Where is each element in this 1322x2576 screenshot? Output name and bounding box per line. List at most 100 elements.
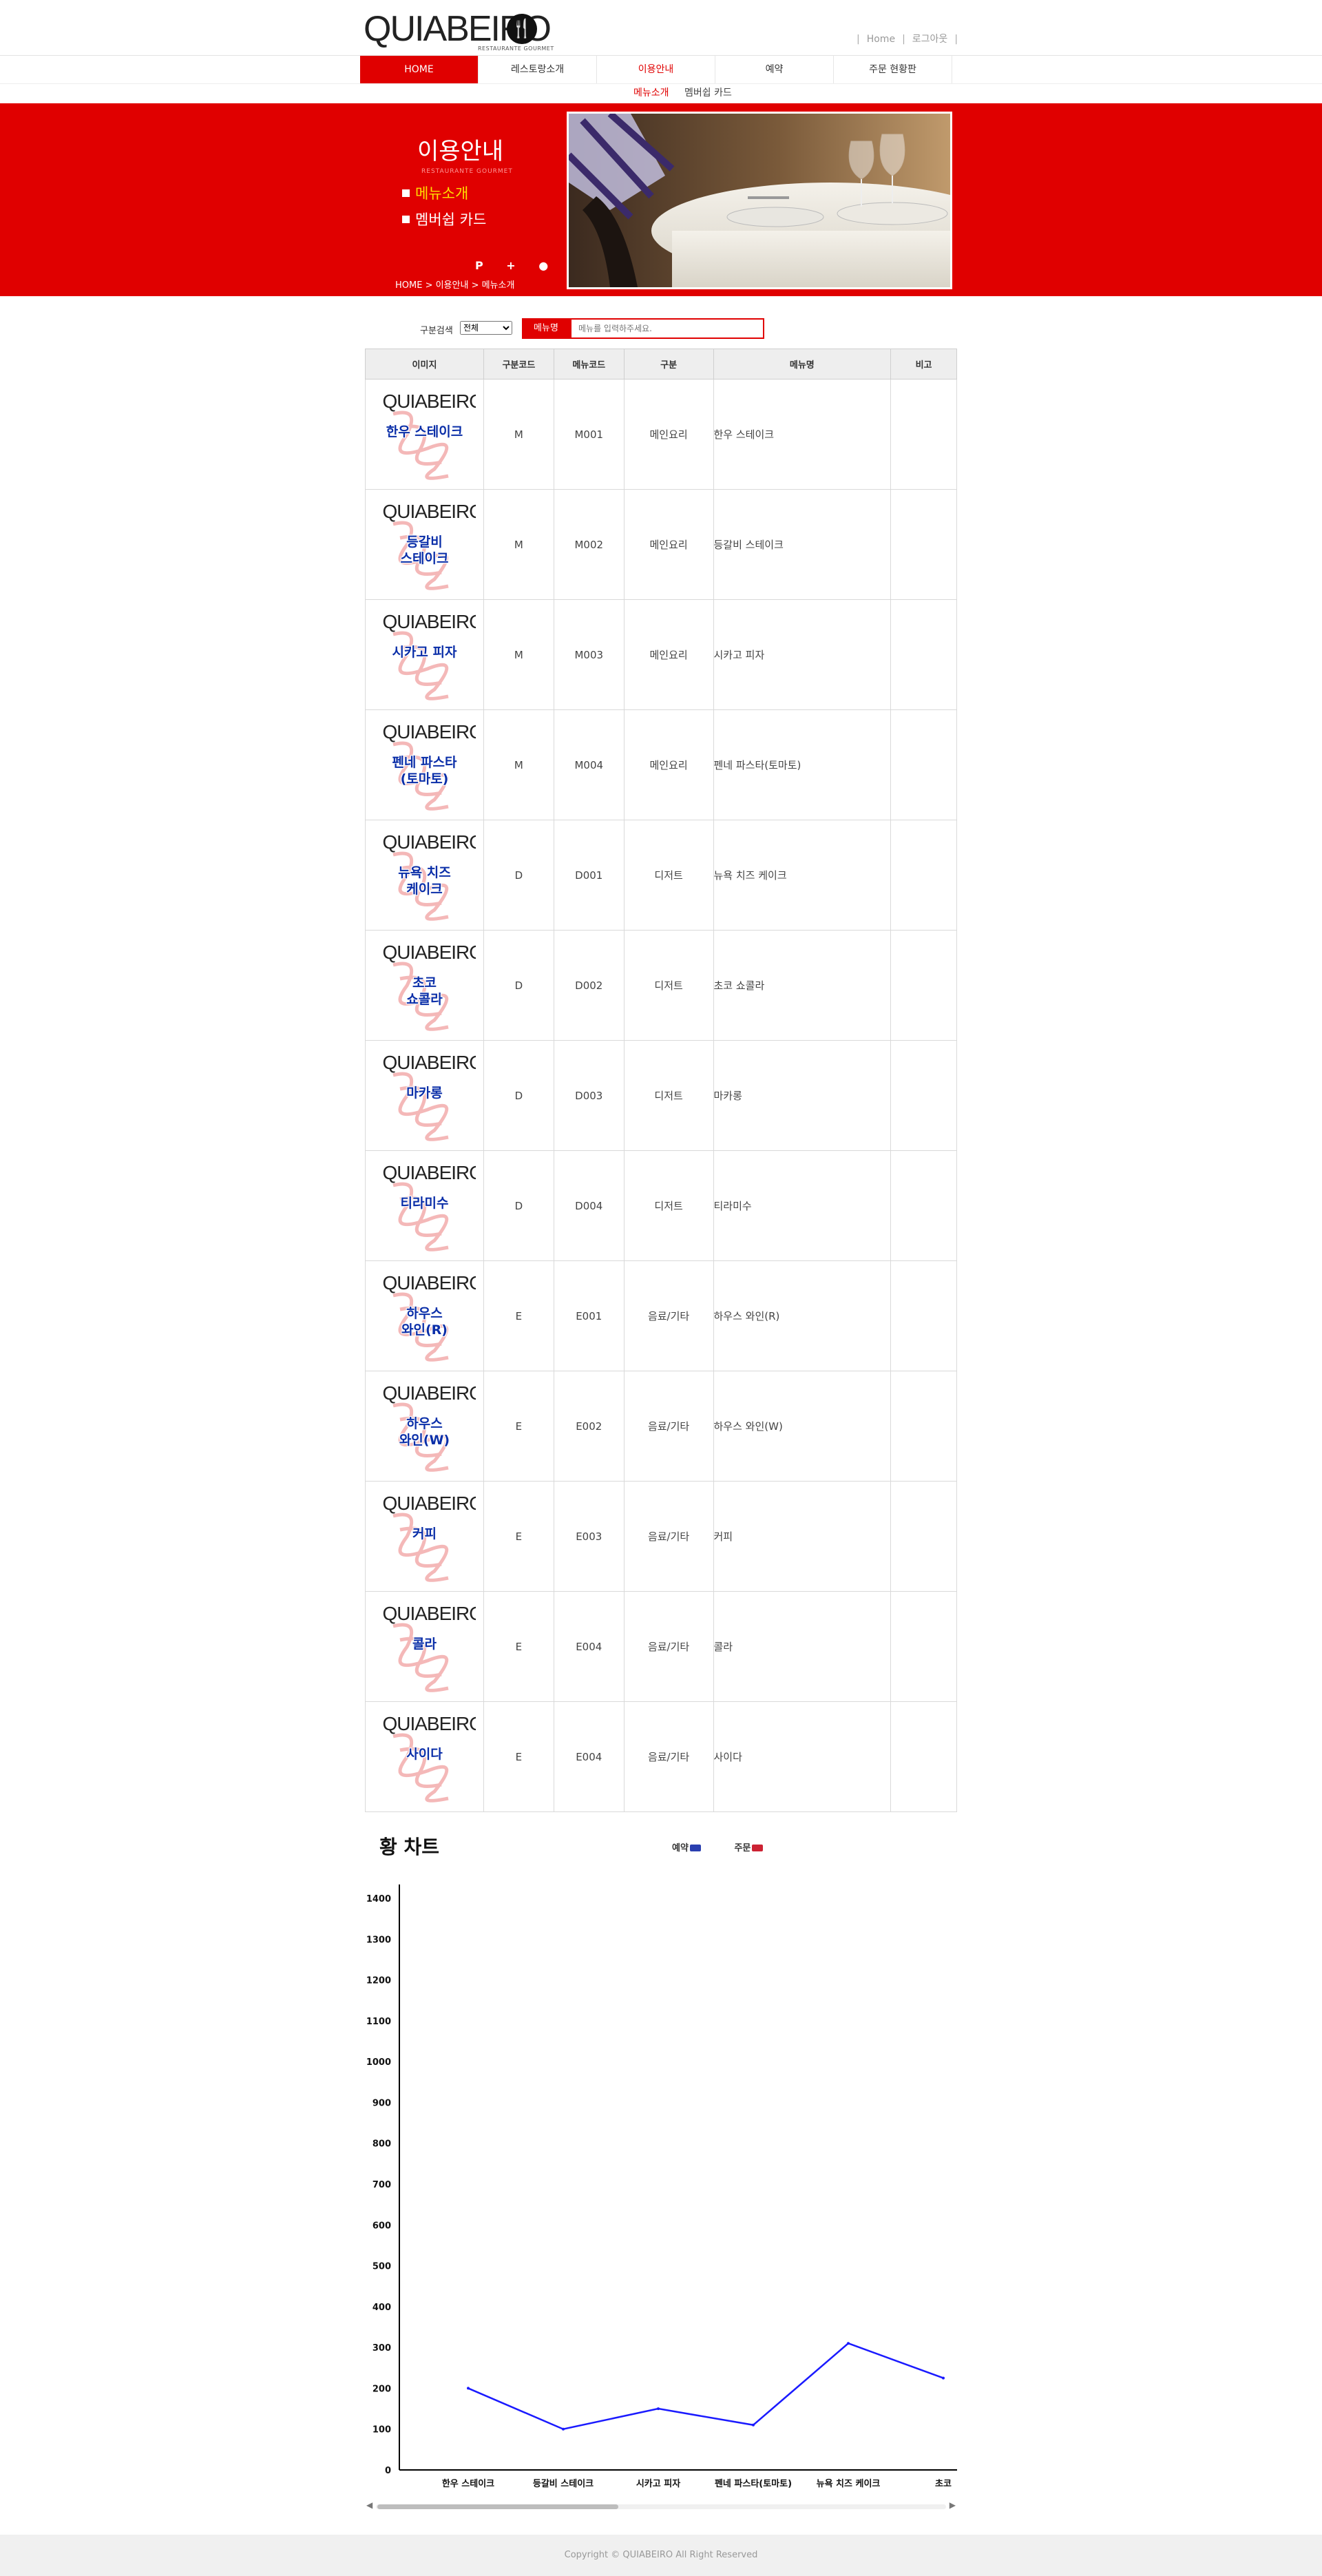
menu-image-cell: QUIABEIRO🍴 하우스 와인(W) <box>365 1371 484 1482</box>
nav-item-order-board[interactable]: 주문 현황판 <box>834 56 952 83</box>
menu-name-cell: 마카롱 <box>713 1040 892 1151</box>
type-code-cell: E <box>483 1481 554 1592</box>
table-row[interactable]: QUIABEIRO🍴티라미수DD004디저트티라미수 <box>365 1150 957 1261</box>
menu-thumbnail[interactable]: QUIABEIRO🍴 뉴욕 치즈 케이크 <box>373 827 476 924</box>
menu-name-cell: 초코 쇼콜라 <box>713 930 892 1041</box>
category-select[interactable]: 전체 <box>460 321 512 335</box>
x-tick-label: 초코 <box>935 2479 952 2489</box>
category-cell: 디저트 <box>623 820 714 931</box>
table-row[interactable]: QUIABEIRO🍴콜라EE004음료/기타콜라 <box>365 1591 957 1702</box>
table-row[interactable]: QUIABEIRO🍴사이다EE004음료/기타사이다 <box>365 1701 957 1812</box>
category-cell: 음료/기타 <box>623 1591 714 1702</box>
x-tick-label: 한우 스테이크 <box>442 2478 494 2489</box>
note-cell <box>890 489 957 600</box>
site-logo[interactable]: QUIABEIRO 🍴 RESTAURANTE GOURMET <box>364 10 554 52</box>
scroll-right-icon[interactable]: ▶ <box>949 2500 956 2510</box>
home-link[interactable]: Home <box>867 34 895 45</box>
nav-item-reservation[interactable]: 예약 <box>715 56 834 83</box>
menu-code-cell: M001 <box>553 379 625 490</box>
thumbnail-logo-text: QUIABEIRO <box>382 1051 476 1073</box>
thumbnail-menu-label: 하우스 와인(R) <box>401 1305 448 1338</box>
square-bullet-icon <box>402 189 410 197</box>
menu-thumbnail[interactable]: QUIABEIRO🍴 한우 스테이크 <box>373 386 476 483</box>
subnav-membership[interactable]: 멤버쉽 카드 <box>684 87 732 98</box>
menu-thumbnail[interactable]: QUIABEIRO🍴 콜라 <box>373 1599 476 1695</box>
nav-item-home[interactable]: HOME <box>360 56 479 83</box>
utility-links: | Home | 로그아웃 | <box>857 34 958 45</box>
table-row[interactable]: QUIABEIRO🍴초코 쇼콜라DD002디저트초코 쇼콜라 <box>365 930 957 1041</box>
menu-image-cell: QUIABEIRO🍴 뉴욕 치즈 케이크 <box>365 820 484 931</box>
x-tick-label: 시카고 피자 <box>636 2479 680 2489</box>
menu-code-cell: E004 <box>553 1701 625 1812</box>
thumbnail-logo-text: QUIABEIRO <box>382 390 476 412</box>
menu-thumbnail[interactable]: QUIABEIRO🍴 하우스 와인(W) <box>373 1378 476 1475</box>
thumbnail-logo-text: QUIABEIRO <box>382 1382 476 1404</box>
table-row[interactable]: QUIABEIRO🍴시카고 피자MM003메인요리시카고 피자 <box>365 599 957 710</box>
menu-thumbnail[interactable]: QUIABEIRO🍴 시카고 피자 <box>373 607 476 703</box>
menu-thumbnail[interactable]: QUIABEIRO🍴 펜네 파스타 (토마토) <box>373 717 476 813</box>
type-code-cell: M <box>483 379 554 490</box>
category-cell: 음료/기타 <box>623 1701 714 1812</box>
category-cell: 메인요리 <box>623 379 714 490</box>
subnav-divider <box>0 83 1322 84</box>
main-navigation: HOME 레스토랑소개 이용안내 예약 주문 현황판 <box>360 56 952 83</box>
menu-image-cell: QUIABEIRO🍴 사이다 <box>365 1701 484 1812</box>
hero-title: 이용안내 <box>417 138 504 165</box>
nav-item-restaurant[interactable]: 레스토랑소개 <box>479 56 597 83</box>
thumbnail-menu-label: 커피 <box>412 1526 437 1541</box>
scroll-thumb[interactable] <box>377 2504 618 2509</box>
hero-menu-item-intro[interactable]: 메뉴소개 <box>402 180 486 207</box>
table-row[interactable]: QUIABEIRO🍴하우스 와인(W)EE002음료/기타하우스 와인(W) <box>365 1371 957 1482</box>
menu-image-cell: QUIABEIRO🍴 콜라 <box>365 1591 484 1702</box>
logout-link[interactable]: 로그아웃 <box>912 34 948 45</box>
table-row[interactable]: QUIABEIRO🍴등갈비 스테이크MM002메인요리등갈비 스테이크 <box>365 489 957 600</box>
thumbnail-logo-text: QUIABEIRO <box>382 941 476 963</box>
table-row[interactable]: QUIABEIRO🍴뉴욕 치즈 케이크DD001디저트뉴욕 치즈 케이크 <box>365 820 957 931</box>
menu-code-cell: E004 <box>553 1591 625 1702</box>
type-code-cell: M <box>483 709 554 820</box>
chart-scrollbar[interactable]: ◀ ▶ <box>365 2500 957 2511</box>
menu-thumbnail[interactable]: QUIABEIRO🍴 티라미수 <box>373 1158 476 1254</box>
note-cell <box>890 709 957 820</box>
thumbnail-logo: QUIABEIRO🍴 <box>382 611 476 633</box>
hero-menu-item-membership[interactable]: 멤버쉽 카드 <box>402 207 486 233</box>
thumbnail-menu-label: 시카고 피자 <box>392 644 457 660</box>
y-tick-label: 1400 <box>366 1894 391 1904</box>
col-header-type-code: 구분코드 <box>483 349 554 380</box>
menu-thumbnail[interactable]: QUIABEIRO🍴 등갈비 스테이크 <box>373 497 476 593</box>
note-cell <box>890 930 957 1041</box>
thumbnail-logo-text: QUIABEIRO <box>382 1271 476 1294</box>
scroll-left-icon[interactable]: ◀ <box>366 2500 373 2510</box>
thumbnail-logo-text: QUIABEIRO <box>382 1712 476 1734</box>
thumbnail-logo: QUIABEIRO🍴 <box>382 942 476 964</box>
legend-label: 주문 <box>734 1843 751 1853</box>
note-cell <box>890 820 957 931</box>
legend-item-order[interactable]: 주문 <box>734 1843 764 1853</box>
data-point <box>657 2407 660 2411</box>
menu-image-cell: QUIABEIRO🍴 한우 스테이크 <box>365 379 484 490</box>
y-tick-label: 700 <box>373 2180 391 2190</box>
table-row[interactable]: QUIABEIRO🍴한우 스테이크MM001메인요리 한우 스테이크 <box>365 379 957 490</box>
table-row[interactable]: QUIABEIRO🍴마카롱DD003디저트마카롱 <box>365 1040 957 1151</box>
menu-thumbnail[interactable]: QUIABEIRO🍴 초코 쇼콜라 <box>373 937 476 1034</box>
menu-thumbnail[interactable]: QUIABEIRO🍴 하우스 와인(R) <box>373 1268 476 1364</box>
table-row[interactable]: QUIABEIRO🍴 펜네 파스타 (토마토) MM004메인요리펜네 파스타(토마… <box>365 709 957 820</box>
table-row[interactable]: QUIABEIRO🍴하우스 와인(R)EE001음료/기타하우스 와인(R) <box>365 1260 957 1371</box>
menu-thumbnail[interactable]: QUIABEIRO🍴 사이다 <box>373 1709 476 1805</box>
menu-search-input[interactable] <box>570 318 764 339</box>
subnav-menu-intro[interactable]: 메뉴소개 <box>633 87 669 98</box>
nav-item-guide[interactable]: 이용안내 <box>597 56 715 83</box>
type-code-cell: E <box>483 1371 554 1482</box>
copyright-text: Copyright © QUIABEIRO All Right Reserved <box>564 2550 758 2560</box>
category-cell: 메인요리 <box>623 599 714 710</box>
menu-thumbnail[interactable]: QUIABEIRO🍴 커피 <box>373 1488 476 1585</box>
thumbnail-menu-label: 한우 스테이크 <box>386 424 463 439</box>
menu-code-cell: D002 <box>553 930 625 1041</box>
menu-image-cell: QUIABEIRO🍴 시카고 피자 <box>365 599 484 710</box>
table-row[interactable]: QUIABEIRO🍴커피EE003음료/기타커피 <box>365 1481 957 1592</box>
thumbnail-menu-label: 초코 쇼콜라 <box>406 975 443 1007</box>
legend-item-reservation[interactable]: 예약 <box>672 1843 701 1853</box>
menu-thumbnail[interactable]: QUIABEIRO🍴 마카롱 <box>373 1048 476 1144</box>
note-cell <box>890 1701 957 1812</box>
type-code-cell: E <box>483 1701 554 1812</box>
